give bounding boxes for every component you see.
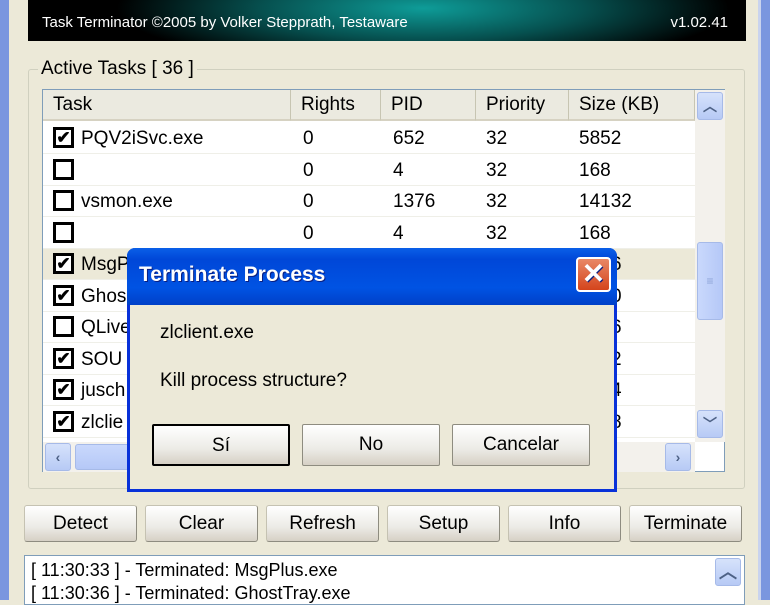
table-row[interactable]: 0 4 32 168 — [43, 155, 695, 186]
cell-priority: 32 — [486, 191, 508, 212]
cell-rights: 0 — [303, 128, 314, 149]
row-checkbox[interactable] — [53, 190, 74, 211]
column-header-size[interactable]: Size (KB) — [569, 90, 695, 121]
app-banner: Task Terminator ©2005 by Volker Stepprat… — [28, 0, 746, 41]
log-line: [ 11:30:36 ] - Terminated: GhostTray.exe — [31, 583, 351, 603]
refresh-button[interactable]: Refresh — [266, 505, 379, 542]
log-line: [ 11:30:33 ] - Terminated: MsgPlus.exe — [31, 560, 338, 580]
cell-pid: 652 — [393, 128, 425, 149]
row-checkbox[interactable] — [53, 316, 74, 337]
log-scroll-up-icon[interactable]: ︿ — [715, 558, 741, 586]
info-button[interactable]: Info — [508, 505, 621, 542]
dialog-title-bar: Terminate Process ✕ — [127, 248, 617, 305]
row-checkbox[interactable] — [53, 158, 74, 180]
setup-button[interactable]: Setup — [387, 505, 500, 542]
cell-task: PQV2iSvc.exe — [81, 128, 204, 149]
active-tasks-label: Active Tasks [ 36 ] — [38, 58, 197, 80]
scroll-thumb[interactable]: ≡ — [697, 242, 723, 320]
terminate-button[interactable]: Terminate — [629, 505, 742, 542]
cell-task: Ghos — [81, 285, 127, 307]
detect-button[interactable]: Detect — [24, 505, 137, 542]
cell-rights: 0 — [303, 222, 314, 244]
dialog-process-name: zlclient.exe — [160, 322, 254, 343]
cell-task: MsgP — [81, 254, 130, 275]
row-checkbox[interactable] — [53, 221, 74, 243]
cell-size: 168 — [579, 222, 611, 244]
window-frame-right — [758, 0, 770, 600]
banner-version: v1.02.41 — [670, 14, 728, 31]
cell-pid: 1376 — [393, 191, 436, 212]
window-frame-left — [0, 0, 9, 600]
column-header-priority[interactable]: Priority — [476, 90, 569, 121]
cell-task: SOU — [81, 348, 123, 370]
scroll-down-icon[interactable]: ﹀ — [697, 410, 723, 438]
scroll-left-icon[interactable]: ‹ — [45, 443, 71, 471]
scroll-right-icon[interactable]: › — [665, 443, 691, 471]
column-header-pid[interactable]: PID — [381, 90, 476, 121]
row-checkbox[interactable]: ✔ — [53, 410, 74, 432]
row-checkbox[interactable]: ✔ — [53, 379, 74, 400]
cell-rights: 0 — [303, 191, 314, 212]
yes-button[interactable]: Sí — [152, 424, 290, 466]
cell-size: 5852 — [579, 128, 622, 149]
cell-task: jusch — [81, 380, 126, 401]
cell-pid: 4 — [393, 159, 404, 181]
cell-pid: 4 — [393, 222, 404, 244]
column-header-task[interactable]: Task — [43, 90, 291, 121]
row-checkbox[interactable]: ✔ — [53, 347, 74, 369]
clear-button[interactable]: Clear — [145, 505, 258, 542]
terminate-process-dialog: Terminate Process ✕ zlclient.exe Kill pr… — [127, 248, 617, 492]
row-checkbox[interactable]: ✔ — [53, 253, 74, 274]
vertical-scrollbar[interactable]: ︿ ≡ ﹀ — [695, 90, 725, 442]
cell-size: 168 — [579, 159, 611, 181]
dialog-question: Kill process structure? — [160, 370, 347, 391]
log-box[interactable]: [ 11:30:33 ] - Terminated: MsgPlus.exe [… — [24, 555, 745, 605]
column-header-rights[interactable]: Rights — [291, 90, 381, 121]
scroll-up-icon[interactable]: ︿ — [697, 92, 723, 120]
cell-rights: 0 — [303, 159, 314, 181]
no-button[interactable]: No — [302, 424, 440, 466]
cell-priority: 32 — [486, 128, 508, 149]
cell-priority: 32 — [486, 222, 508, 244]
cell-task: QLive — [81, 317, 131, 338]
row-checkbox[interactable]: ✔ — [53, 127, 74, 148]
row-checkbox[interactable]: ✔ — [53, 284, 74, 306]
close-icon[interactable]: ✕ — [576, 257, 611, 292]
dialog-title: Terminate Process — [139, 263, 326, 286]
table-row[interactable]: ✔ PQV2iSvc.exe 0 652 32 5852 — [43, 123, 695, 154]
cell-priority: 32 — [486, 159, 508, 181]
table-row[interactable]: vsmon.exe 0 1376 32 14132 — [43, 186, 695, 217]
cell-size: 14132 — [579, 191, 632, 212]
cell-task: zlclie — [81, 411, 124, 433]
cell-task: vsmon.exe — [81, 191, 173, 212]
banner-credit: Task Terminator ©2005 by Volker Stepprat… — [42, 14, 408, 31]
table-row[interactable]: 0 4 32 168 — [43, 218, 695, 249]
cancel-button[interactable]: Cancelar — [452, 424, 590, 466]
